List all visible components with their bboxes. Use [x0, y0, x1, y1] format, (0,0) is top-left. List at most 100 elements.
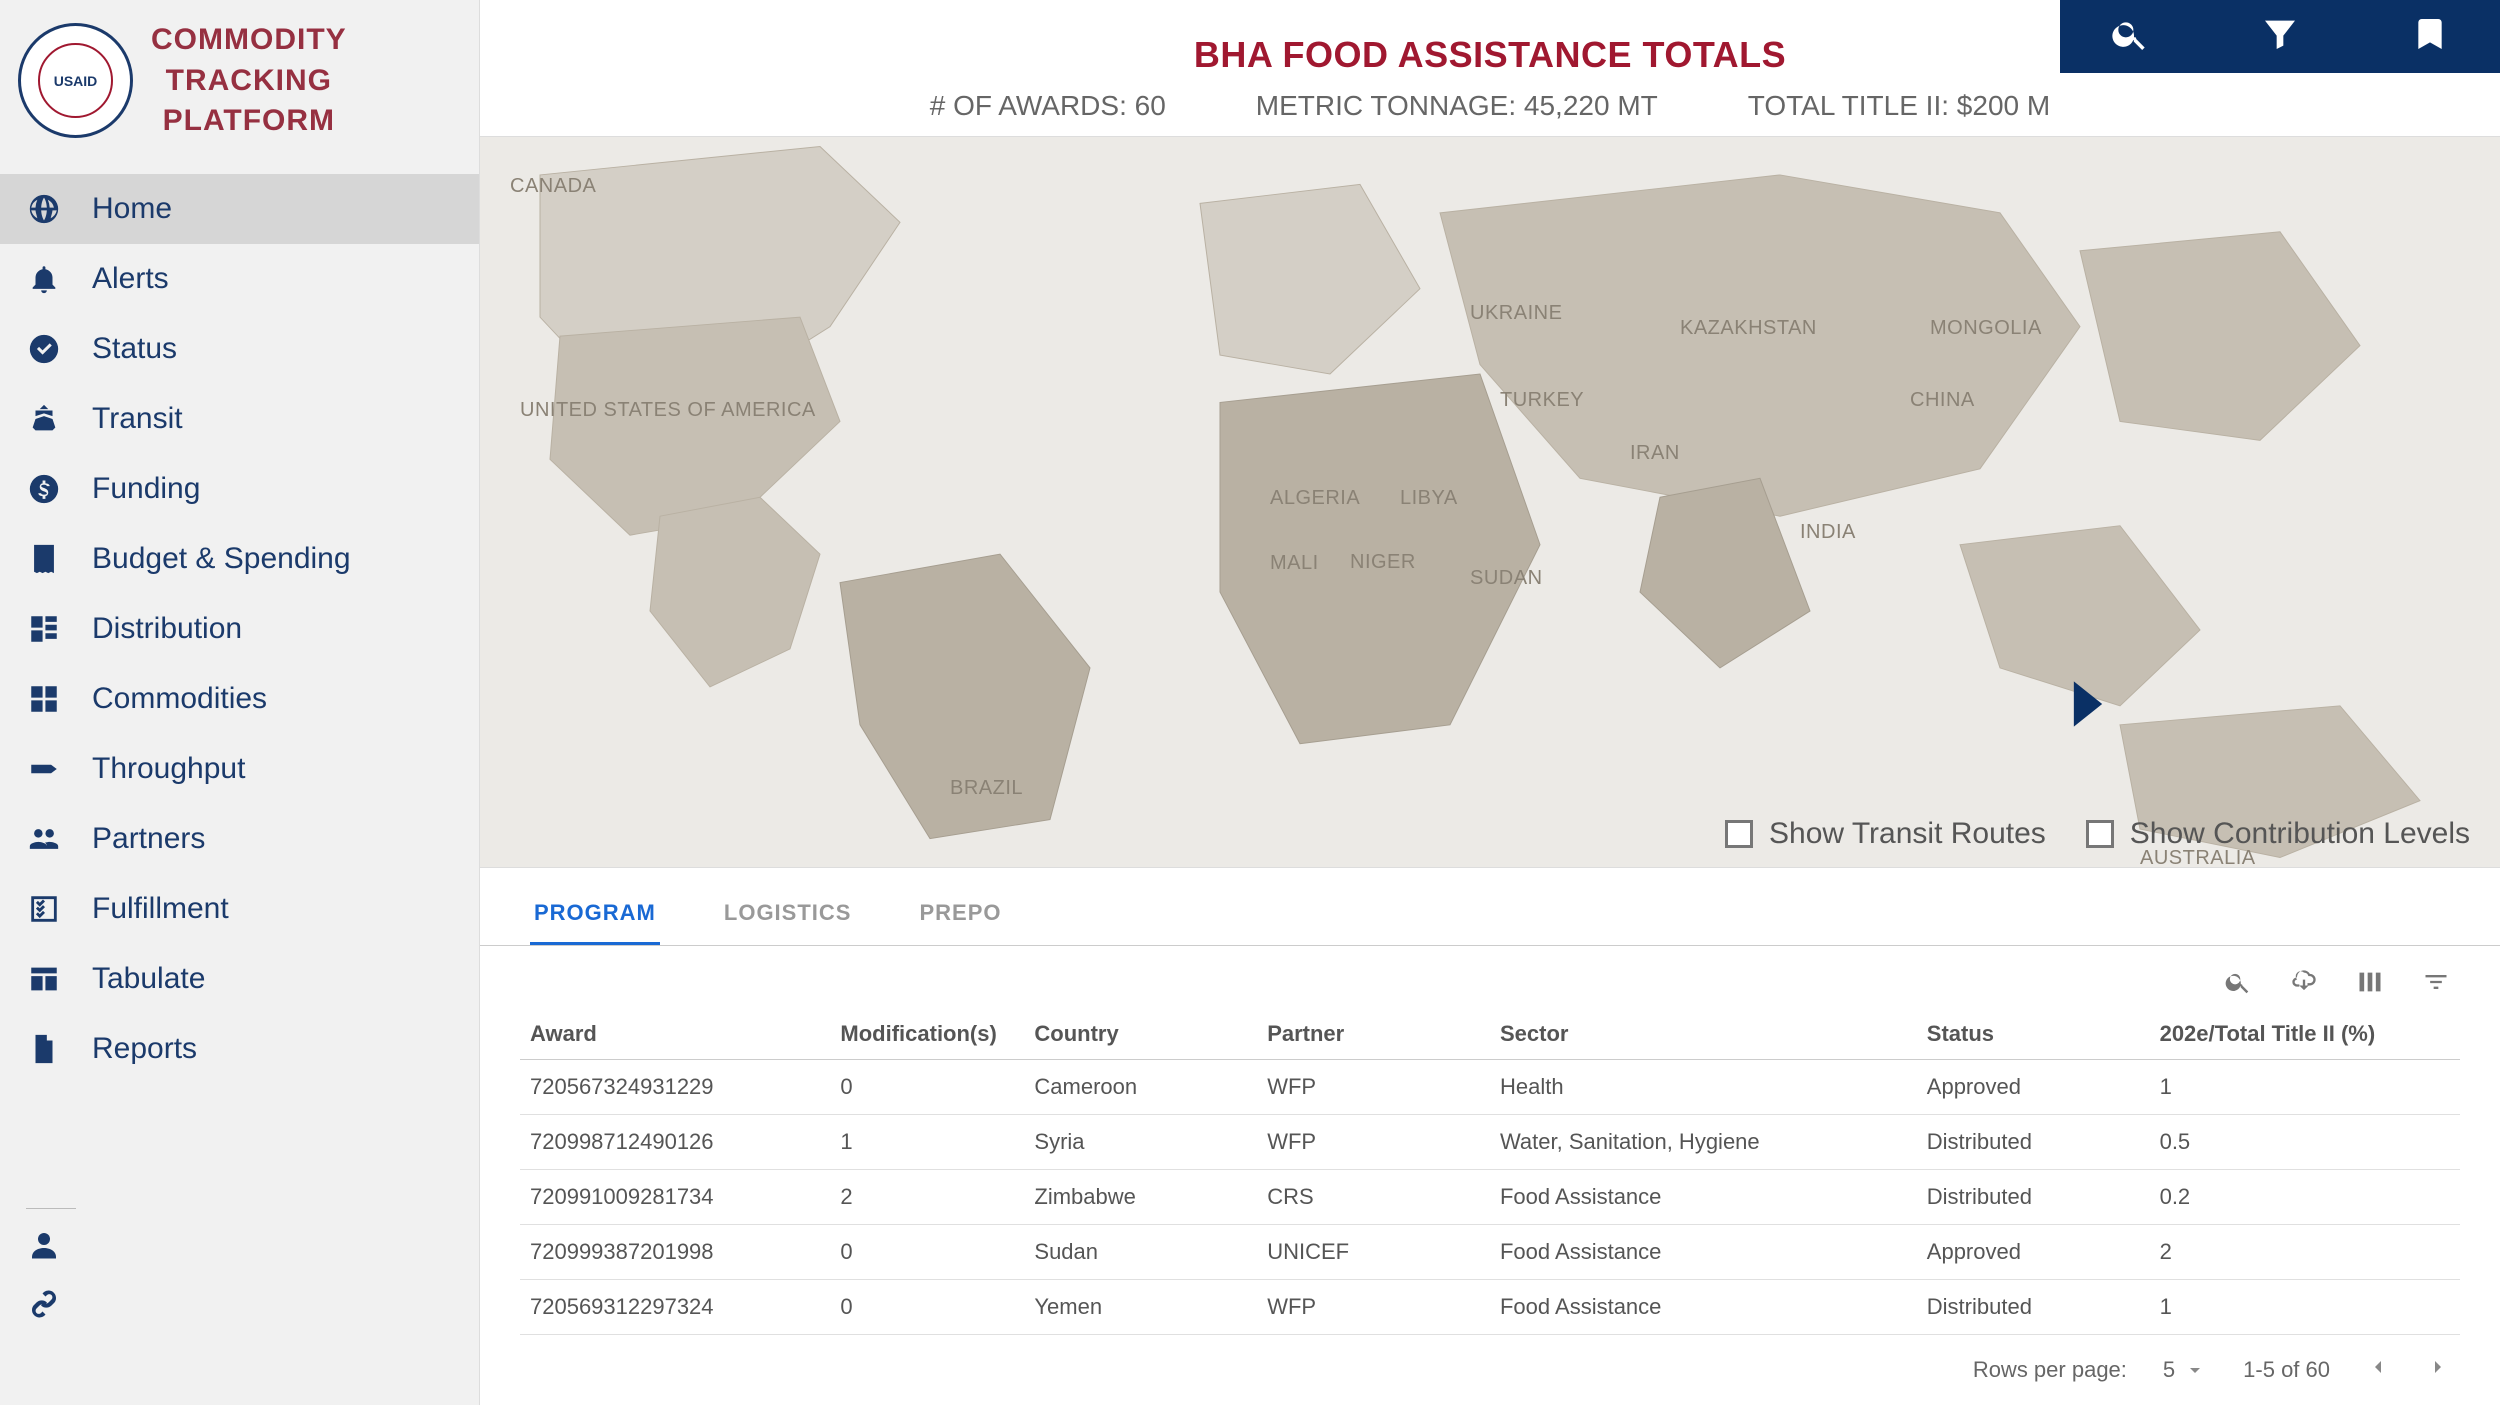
table-cell: Food Assistance: [1490, 1225, 1917, 1280]
sidebar-item-throughput[interactable]: Throughput: [0, 734, 479, 804]
world-map[interactable]: CANADA UNITED STATES OF AMERICA BRAZIL A…: [480, 136, 2500, 868]
sidebar-item-tabulate[interactable]: Tabulate: [0, 944, 479, 1014]
table-row[interactable]: 7205673249312290CameroonWFPHealthApprove…: [520, 1060, 2460, 1115]
rows-per-page-select[interactable]: 5: [2163, 1357, 2207, 1383]
kpi-row: # OF AWARDS: 60 METRIC TONNAGE: 45,220 M…: [480, 90, 2500, 122]
sidebar-item-transit[interactable]: Transit: [0, 384, 479, 454]
table-cell: Zimbabwe: [1024, 1170, 1257, 1225]
footer-divider: [26, 1208, 76, 1209]
sidebar-item-budget-spending[interactable]: Budget & Spending: [0, 524, 479, 594]
table-search-icon[interactable]: [2224, 968, 2252, 1001]
bookmark-icon[interactable]: [2410, 14, 2450, 59]
kpi-awards-value: 60: [1135, 90, 1166, 121]
table-cell: 720569312297324: [520, 1280, 830, 1335]
app-title-line1: COMMODITY: [151, 20, 347, 61]
hierarchy-icon: [24, 612, 64, 646]
boxes-icon: [24, 682, 64, 716]
tab-program[interactable]: PROGRAM: [530, 888, 660, 945]
rows-per-page-value: 5: [2163, 1357, 2175, 1383]
sidebar-item-label: Commodities: [92, 682, 267, 716]
nav: Home Alerts Status Transit Funding Budget & S…: [0, 174, 479, 1084]
table-row[interactable]: 7209987124901261SyriaWFPWater, Sanitatio…: [520, 1115, 2460, 1170]
column-header[interactable]: Sector: [1490, 1009, 1917, 1060]
ship-icon: [24, 402, 64, 436]
page-prev-button[interactable]: [2366, 1355, 2390, 1385]
map-label-canada: CANADA: [510, 175, 596, 198]
sidebar-item-label: Tabulate: [92, 962, 205, 996]
table-body: 7205673249312290CameroonWFPHealthApprove…: [520, 1060, 2460, 1335]
table-row[interactable]: 7209993872019980SudanUNICEFFood Assistan…: [520, 1225, 2460, 1280]
main-content: BHA FOOD ASSISTANCE TOTALS # OF AWARDS: …: [480, 0, 2500, 1405]
sidebar: USAID COMMODITY TRACKING PLATFORM Home Al…: [0, 0, 480, 1405]
filter-icon[interactable]: [2260, 14, 2300, 59]
map-expand-arrow[interactable]: [2071, 677, 2105, 736]
table-cell: 0: [830, 1280, 1024, 1335]
kpi-tonnage-value: 45,220 MT: [1524, 90, 1658, 121]
rows-per-page-label: Rows per page:: [1973, 1357, 2127, 1383]
logo-area: USAID COMMODITY TRACKING PLATFORM: [0, 0, 479, 174]
sidebar-item-status[interactable]: Status: [0, 314, 479, 384]
sidebar-item-label: Status: [92, 332, 177, 366]
sidebar-item-label: Fulfillment: [92, 892, 229, 926]
table-cell: 2: [830, 1170, 1024, 1225]
kpi-awards: # OF AWARDS: 60: [930, 90, 1166, 122]
sidebar-item-label: Partners: [92, 822, 205, 856]
kpi-titleii-label: TOTAL TITLE II:: [1748, 90, 1949, 121]
map-label-libya: LIBYA: [1400, 487, 1458, 510]
sidebar-item-label: Transit: [92, 402, 183, 436]
checkbox-icon: [2086, 820, 2114, 848]
map-label-algeria: ALGERIA: [1270, 487, 1360, 510]
table-cell: Cameroon: [1024, 1060, 1257, 1115]
column-header[interactable]: Status: [1917, 1009, 2150, 1060]
tab-logistics[interactable]: LOGISTICS: [720, 888, 856, 945]
table-cell: 2: [2150, 1225, 2460, 1280]
columns-icon[interactable]: [2356, 968, 2384, 1001]
toggle-transit-label: Show Transit Routes: [1769, 817, 2046, 851]
table-cell: Sudan: [1024, 1225, 1257, 1280]
sidebar-item-fulfillment[interactable]: Fulfillment: [0, 874, 479, 944]
table-cell: 1: [830, 1115, 1024, 1170]
table-cell: 1: [2150, 1280, 2460, 1335]
column-header[interactable]: 202e/Total Title II (%): [2150, 1009, 2460, 1060]
sidebar-item-label: Funding: [92, 472, 200, 506]
table-cell: 1: [2150, 1060, 2460, 1115]
table-cell: Distributed: [1917, 1170, 2150, 1225]
table-icon: [24, 962, 64, 996]
search-icon[interactable]: [2110, 14, 2150, 59]
tab-prepo[interactable]: PREPO: [915, 888, 1005, 945]
column-header[interactable]: Country: [1024, 1009, 1257, 1060]
sidebar-item-distribution[interactable]: Distribution: [0, 594, 479, 664]
account-icon[interactable]: [26, 1227, 453, 1268]
table-cell: WFP: [1257, 1060, 1490, 1115]
sidebar-item-label: Alerts: [92, 262, 169, 296]
toggle-transit-routes[interactable]: Show Transit Routes: [1725, 817, 2046, 851]
kpi-titleii: TOTAL TITLE II: $200 M: [1748, 90, 2050, 122]
table-cell: 0: [830, 1225, 1024, 1280]
table-cell: 720567324931229: [520, 1060, 830, 1115]
table-cell: Yemen: [1024, 1280, 1257, 1335]
filter-list-icon[interactable]: [2422, 968, 2450, 1001]
tabs-row: PROGRAM LOGISTICS PREPO: [480, 868, 2500, 946]
column-header[interactable]: Award: [520, 1009, 830, 1060]
sidebar-item-home[interactable]: Home: [0, 174, 479, 244]
download-icon[interactable]: [2290, 968, 2318, 1001]
sidebar-item-commodities[interactable]: Commodities: [0, 664, 479, 734]
toggle-contribution-levels[interactable]: Show Contribution Levels: [2086, 817, 2470, 851]
sidebar-item-alerts[interactable]: Alerts: [0, 244, 479, 314]
sidebar-item-reports[interactable]: Reports: [0, 1014, 479, 1084]
map-label-mongolia: MONGOLIA: [1930, 317, 2042, 340]
column-header[interactable]: Modification(s): [830, 1009, 1024, 1060]
chevron-down-icon: [2183, 1358, 2207, 1382]
table-row[interactable]: 7209910092817342ZimbabweCRSFood Assistan…: [520, 1170, 2460, 1225]
column-header[interactable]: Partner: [1257, 1009, 1490, 1060]
page-next-button[interactable]: [2426, 1355, 2450, 1385]
table-row[interactable]: 7205693122973240YemenWFPFood AssistanceD…: [520, 1280, 2460, 1335]
sidebar-item-funding[interactable]: Funding: [0, 454, 479, 524]
sidebar-item-partners[interactable]: Partners: [0, 804, 479, 874]
dollar-icon: [24, 472, 64, 506]
kpi-tonnage-label: METRIC TONNAGE:: [1256, 90, 1516, 121]
kpi-tonnage: METRIC TONNAGE: 45,220 MT: [1256, 90, 1658, 122]
link-icon[interactable]: [26, 1286, 453, 1327]
toggle-contribution-label: Show Contribution Levels: [2130, 817, 2470, 851]
sidebar-item-label: Distribution: [92, 612, 242, 646]
